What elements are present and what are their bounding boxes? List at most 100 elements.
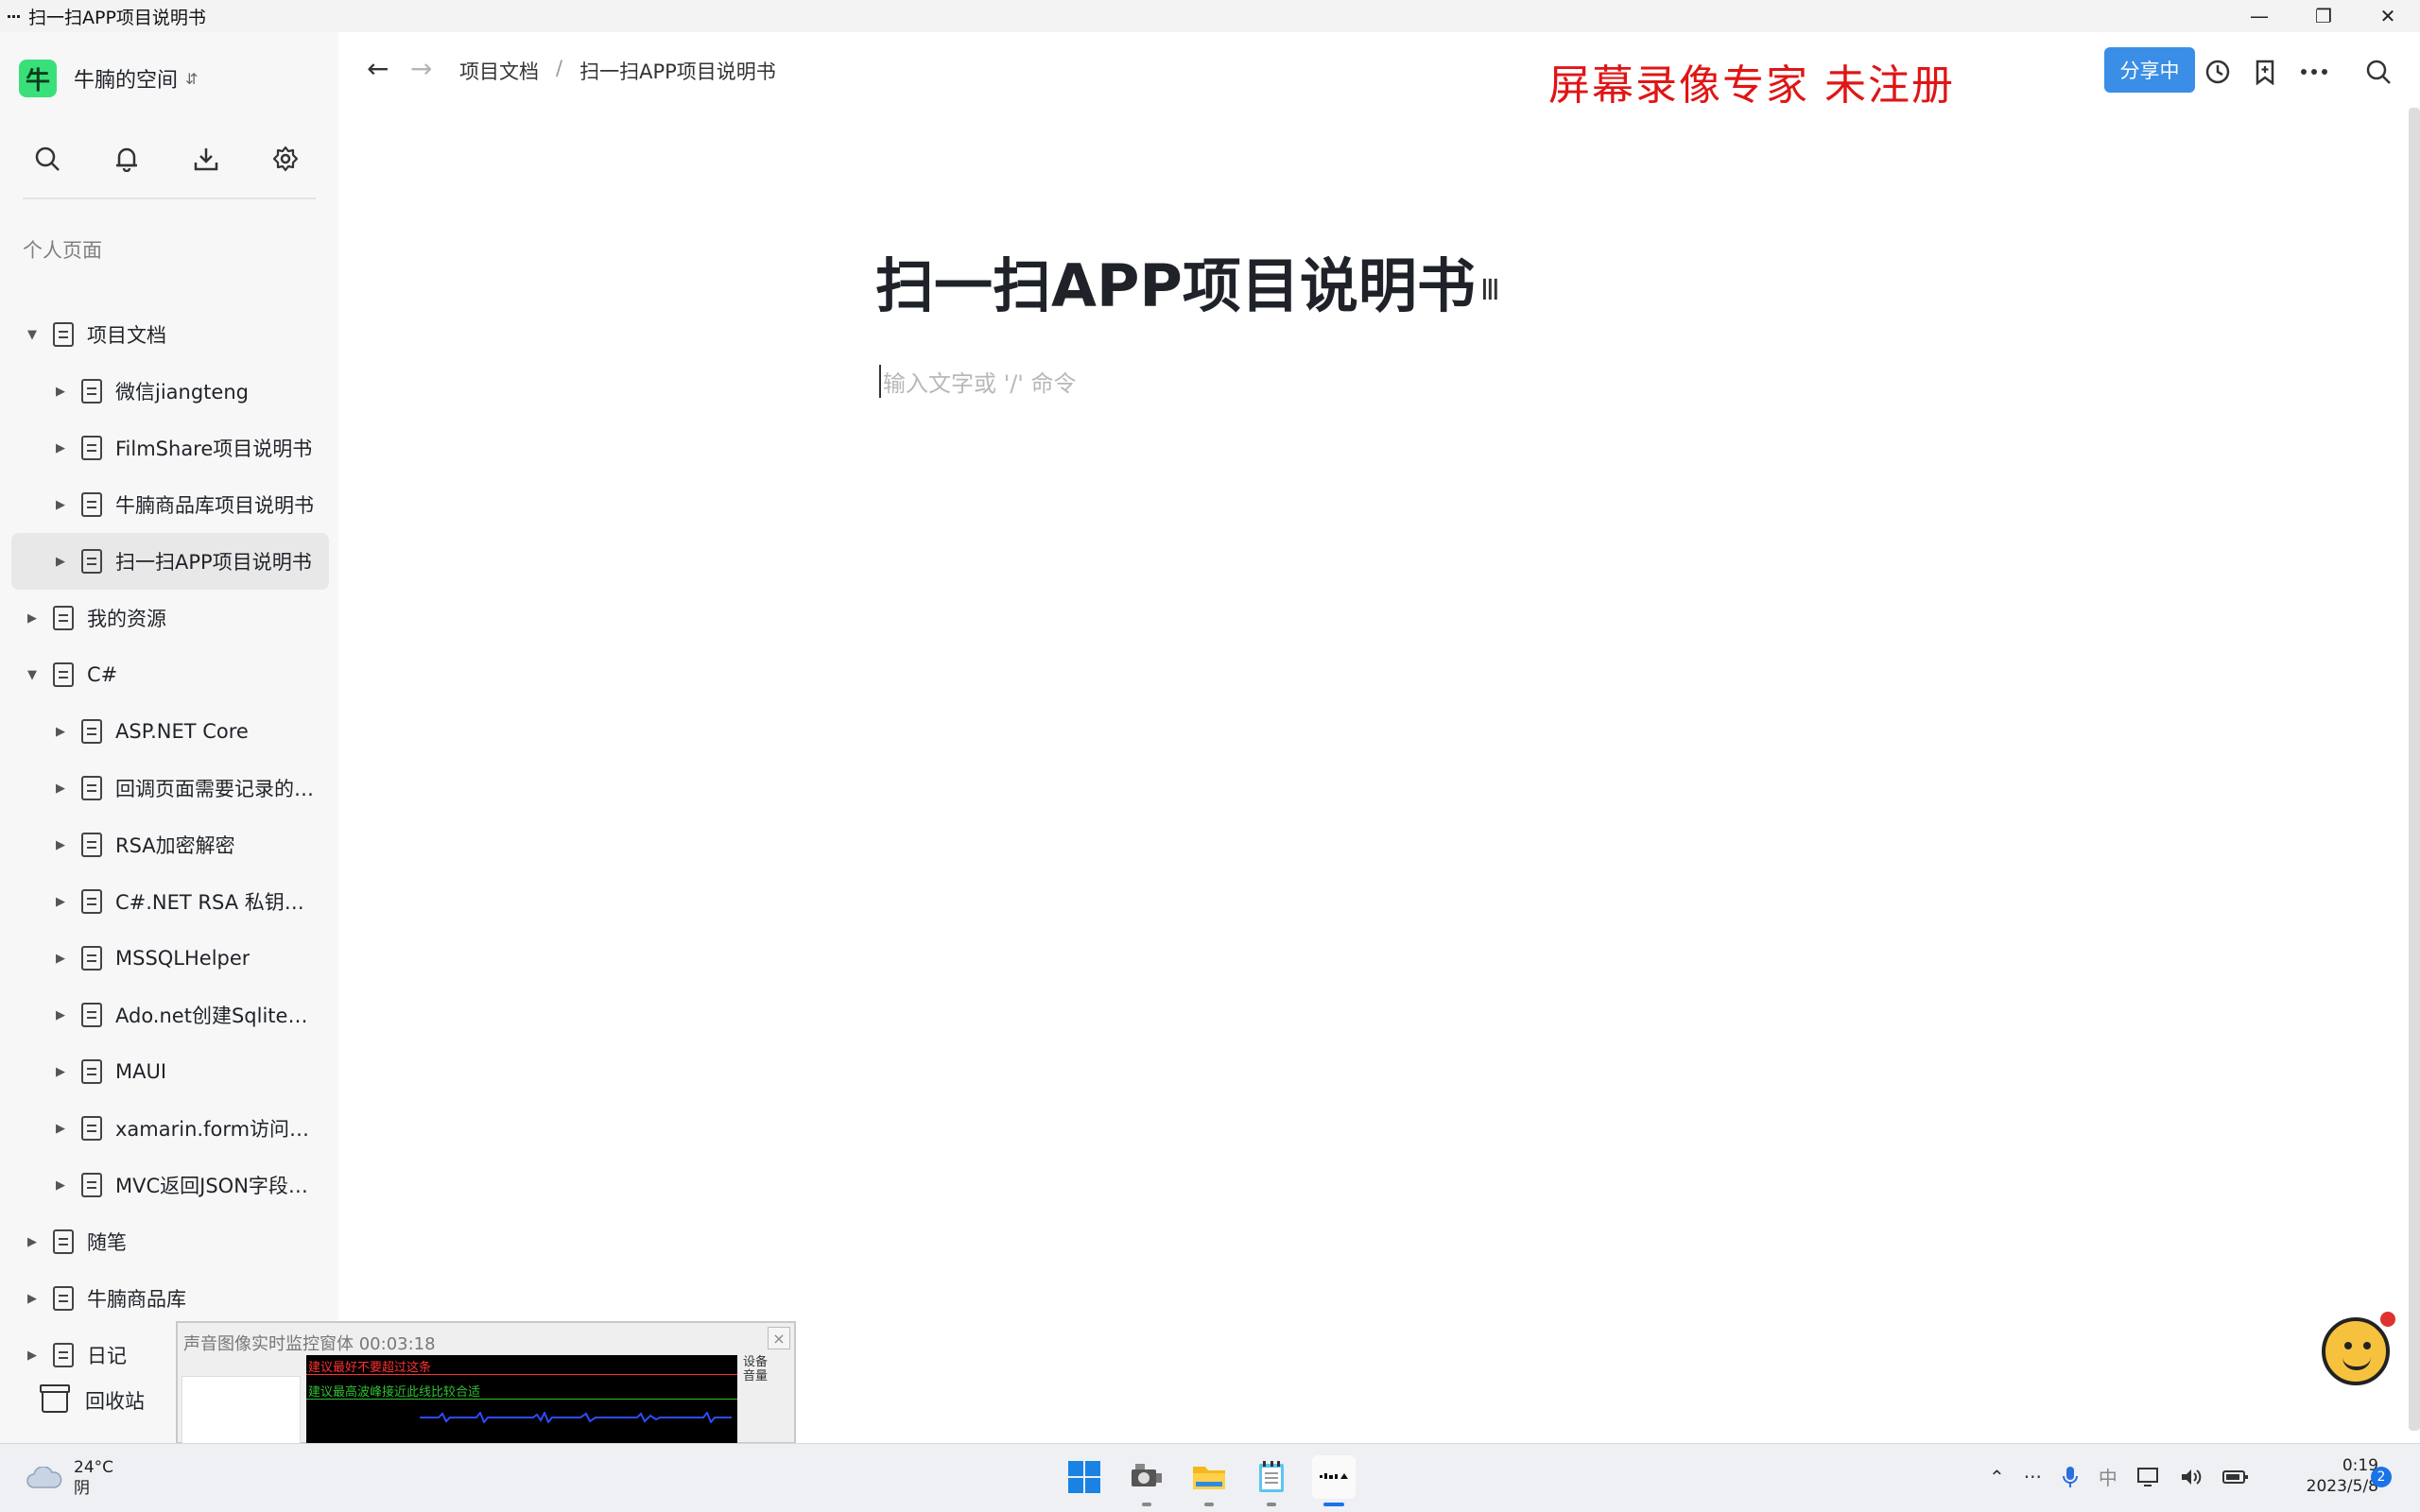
caret-right-icon[interactable]: ▶ [53, 782, 68, 796]
breadcrumb-separator: / [556, 57, 563, 79]
sidebar-tree-item-label: 日记 [87, 1345, 127, 1367]
bell-icon[interactable] [113, 142, 193, 176]
trash-button[interactable]: 回收站 [40, 1384, 145, 1415]
share-button[interactable]: 分享中 [2104, 47, 2195, 93]
network-icon[interactable] [2136, 1467, 2161, 1487]
search-icon[interactable] [2363, 57, 2394, 87]
space-switcher[interactable]: 牛 牛腩的空间 ⇵ [19, 60, 198, 97]
sidebar-tree-item[interactable]: ▶ 牛腩商品库 [11, 1270, 329, 1327]
arrow-left-icon[interactable]: ← [367, 53, 389, 84]
caret-down-icon[interactable]: ▼ [25, 328, 40, 342]
trash-icon [40, 1384, 70, 1413]
settings-gear-icon[interactable] [272, 142, 352, 176]
input-method-icon[interactable]: 中 [2099, 1463, 2118, 1490]
breadcrumb-item-current[interactable]: 扫一扫APP项目说明书 [579, 57, 776, 85]
sidebar-tree-item[interactable]: ▶ MVC返回JSON字段… [11, 1157, 329, 1213]
caret-right-icon[interactable]: ▶ [53, 1008, 68, 1022]
caret-right-icon[interactable]: ▶ [53, 1178, 68, 1193]
document-body-input[interactable]: 输入文字或 '/' 命令 [879, 365, 1077, 398]
section-label-personal: 个人页面 [23, 239, 102, 262]
caret-right-icon[interactable]: ▶ [53, 838, 68, 852]
document-icon [81, 776, 102, 800]
bookmark-add-icon[interactable] [2250, 57, 2280, 87]
history-clock-icon[interactable] [2203, 57, 2233, 87]
sidebar-tree-item[interactable]: ▶ FilmShare项目说明书 [11, 420, 329, 476]
sidebar-tree-item-label: ASP.NET Core [115, 720, 249, 743]
sidebar-tree-item-label: RSA加密解密 [115, 834, 235, 857]
monitor-title: 声音图像实时监控窗体 00:03:18 [183, 1334, 436, 1354]
sidebar-tree-item[interactable]: ▶ 牛腩商品库项目说明书 [11, 476, 329, 533]
running-indicator [1267, 1503, 1276, 1506]
caret-right-icon[interactable]: ▶ [53, 725, 68, 739]
caret-right-icon[interactable]: ▶ [53, 385, 68, 399]
document-title[interactable]: 扫一扫APP项目说明书 [875, 238, 1476, 323]
system-clock[interactable]: 0:19 2023/5/8 [2288, 1455, 2378, 1497]
more-icon[interactable] [2299, 57, 2329, 87]
sidebar-tree-item-label: FilmShare项目说明书 [115, 438, 313, 460]
caret-right-icon[interactable]: ▶ [53, 1065, 68, 1079]
tray-app-icon[interactable]: ··· [2024, 1466, 2042, 1488]
window-titlebar: 扫一扫APP项目说明书 — ❐ ✕ [0, 0, 2420, 32]
document-icon [81, 719, 102, 744]
document-icon [81, 492, 102, 517]
sidebar-tree-item[interactable]: ▶ C#.NET RSA 私钥签… [11, 873, 329, 930]
sidebar-tree-item-label: MSSQLHelper [115, 947, 251, 970]
space-logo: 牛 [19, 60, 57, 97]
sidebar-tree-item-label: 项目文档 [87, 324, 166, 347]
minimize-button[interactable]: — [2227, 0, 2291, 32]
sidebar-tree-item[interactable]: ▶ ASP.NET Core [11, 703, 329, 760]
chevron-up-icon[interactable]: ⌃ [1989, 1466, 2005, 1488]
arrow-right-icon[interactable]: → [410, 53, 432, 84]
caret-right-icon[interactable]: ▶ [25, 1292, 40, 1306]
battery-icon[interactable] [2221, 1468, 2250, 1486]
caret-right-icon[interactable]: ▶ [53, 952, 68, 966]
sidebar-tree-item[interactable]: ▶ 我的资源 [11, 590, 329, 646]
notification-badge[interactable]: 2 [2371, 1467, 2392, 1487]
running-indicator [1204, 1503, 1214, 1506]
close-button[interactable]: ✕ [2356, 0, 2420, 32]
sidebar-tree-item-label: C#.NET RSA 私钥签… [115, 891, 319, 914]
sidebar-tree-item[interactable]: ▶ 扫一扫APP项目说明书 [11, 533, 329, 590]
file-explorer-icon[interactable] [1187, 1455, 1231, 1506]
window-controls: — ❐ ✕ [2227, 0, 2420, 32]
sidebar-tree-item[interactable]: ▶ MSSQLHelper [11, 930, 329, 987]
start-windows-icon[interactable] [1063, 1455, 1106, 1499]
sidebar-tree-item-label: 牛腩商品库 [87, 1288, 186, 1311]
screen-recorder-app-icon[interactable] [1125, 1455, 1168, 1506]
scrollbar[interactable] [2409, 108, 2420, 1431]
sidebar-tree-item-label: 微信jiangteng [115, 381, 249, 404]
caret-right-icon[interactable]: ▶ [25, 1349, 40, 1363]
caret-right-icon[interactable]: ▶ [53, 441, 68, 455]
sidebar: 牛 牛腩的空间 ⇵ 个人页面 ▼ 项目文档 ▶ 微信jiangteng ▶ FilmSha… [0, 32, 338, 1443]
caret-right-icon[interactable]: ▶ [25, 1235, 40, 1249]
sidebar-tree-item[interactable]: ▼ 项目文档 [11, 306, 329, 363]
sidebar-tree-item[interactable]: ▼ C# [11, 646, 329, 703]
caret-down-icon[interactable]: ▼ [25, 668, 40, 682]
sidebar-tree-item[interactable]: ▶ MAUI [11, 1043, 329, 1100]
notes-app-icon[interactable] [1312, 1455, 1356, 1506]
sidebar-tree-item[interactable]: ▶ 微信jiangteng [11, 363, 329, 420]
sidebar-tree-item[interactable]: ▶ Ado.net创建Sqlite数… [11, 987, 329, 1043]
app-icon [8, 12, 21, 20]
caret-right-icon[interactable]: ▶ [25, 611, 40, 626]
search-icon[interactable] [34, 142, 113, 176]
breadcrumb-item-parent[interactable]: 项目文档 [459, 57, 539, 85]
sidebar-tree-item[interactable]: ▶ 回调页面需要记录的… [11, 760, 329, 816]
volume-icon[interactable] [2180, 1467, 2203, 1487]
close-icon[interactable]: × [768, 1327, 790, 1349]
sidebar-tree-item[interactable]: ▶ RSA加密解密 [11, 816, 329, 873]
weather-widget[interactable]: 24°C 阴 [25, 1457, 113, 1499]
sidebar-tree-item[interactable]: ▶ xamarin.form访问网… [11, 1100, 329, 1157]
microphone-icon[interactable] [2061, 1466, 2080, 1488]
assistant-mascot-icon[interactable] [2322, 1312, 2395, 1385]
caret-right-icon[interactable]: ▶ [53, 895, 68, 909]
caret-right-icon[interactable]: ▶ [53, 1122, 68, 1136]
caret-right-icon[interactable]: ▶ [53, 498, 68, 512]
screen-preview-thumbnail [182, 1376, 301, 1444]
restore-button[interactable]: ❐ [2291, 0, 2356, 32]
caret-right-icon[interactable]: ▶ [53, 555, 68, 569]
document-icon [53, 606, 74, 630]
notepad-icon[interactable] [1250, 1455, 1293, 1506]
import-icon[interactable] [193, 142, 272, 176]
sidebar-tree-item[interactable]: ▶ 随笔 [11, 1213, 329, 1270]
